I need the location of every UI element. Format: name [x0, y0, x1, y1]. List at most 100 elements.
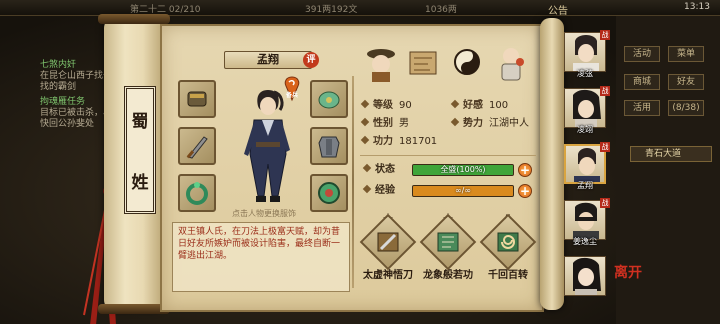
character-name: 孟翔	[224, 51, 312, 69]
stat-favor: 好感 100	[450, 98, 509, 114]
stat-label: 等级	[373, 100, 393, 111]
team-member[interactable]: 战 凌翊	[560, 86, 610, 138]
divider	[360, 155, 536, 156]
team-member[interactable]	[560, 254, 610, 306]
money-readout: 391两192文	[305, 5, 358, 15]
bullet-icon	[362, 184, 372, 194]
skill-icon-frame	[419, 213, 477, 271]
stat-label: 功力	[373, 136, 393, 147]
add-experience-button[interactable]: +	[518, 184, 532, 198]
stat-power: 功力 181701	[360, 134, 438, 150]
member-name: 孟翔	[577, 181, 593, 190]
notice-button[interactable]: 公告	[548, 2, 568, 17]
experience-bar-text: ∞/∞	[454, 186, 472, 195]
surname-char: 蜀	[131, 112, 149, 132]
stat-gender: 性别男	[360, 116, 409, 132]
dragon-scripture-icon	[437, 232, 459, 252]
experience-row: 经验 ∞/∞ +	[362, 183, 536, 199]
taiji-icon	[454, 49, 480, 75]
bullet-icon	[450, 117, 460, 127]
equip-slot-ring[interactable]	[178, 174, 216, 212]
status-bar: 全盛(100%)	[412, 164, 514, 176]
battle-flag: 战	[600, 86, 610, 96]
bullet-icon	[360, 135, 370, 145]
armor-icon	[318, 136, 340, 158]
equip-slot-pendant[interactable]	[310, 80, 348, 118]
portrait-slot[interactable]	[494, 42, 528, 82]
scroll-cap	[98, 14, 170, 24]
portrait-slot[interactable]	[364, 42, 398, 82]
equip-slot-bracer[interactable]	[178, 80, 216, 118]
review-badge[interactable]: 评	[303, 52, 319, 68]
bullet-icon	[362, 163, 372, 173]
jade-pendant-icon	[318, 91, 340, 109]
hat-merchant-icon	[367, 49, 395, 82]
member-name: 凌翊	[577, 125, 593, 134]
blade-icon	[186, 136, 208, 159]
stat-level: 等级 90	[360, 98, 412, 114]
stat-value: 江湖中人	[489, 118, 529, 129]
bullet-icon	[450, 99, 460, 109]
change-outfit-hint: 点击人物更换服饰	[232, 209, 296, 218]
silver-readout: 1036两	[425, 5, 457, 15]
stat-value: 100	[489, 100, 509, 111]
bracer-icon	[187, 91, 207, 107]
stat-value: 181701	[399, 136, 438, 147]
team-member[interactable]: 战 姜逸尘	[560, 198, 610, 250]
restore-status-button[interactable]: +	[518, 163, 532, 177]
bullet-icon	[360, 117, 370, 127]
activity-button[interactable]: 活动	[624, 46, 660, 62]
stat-label: 性别	[373, 118, 393, 129]
stat-value: 男	[399, 118, 409, 129]
saber-manual-icon	[377, 232, 399, 252]
surname-char: 姓	[131, 173, 149, 193]
member-avatar-icon	[573, 257, 601, 295]
location-chip[interactable]: 青石大道	[630, 146, 712, 162]
skill-icon-frame	[359, 213, 417, 271]
section-divider	[352, 76, 354, 288]
stat-value: 90	[399, 100, 412, 111]
status-bar-text: 全盛(100%)	[440, 165, 486, 174]
active-button[interactable]: 活用	[624, 100, 660, 116]
spiral-book-icon	[497, 232, 519, 252]
member-name: 姜逸尘	[573, 237, 597, 246]
leave-button[interactable]: 离开	[614, 262, 642, 290]
member-name: 凌弦	[577, 69, 593, 78]
status-label: 状态	[375, 164, 395, 175]
menu-button[interactable]: 菜单	[668, 46, 704, 62]
battle-flag: 战	[600, 142, 610, 152]
member-portrait	[564, 256, 606, 296]
equip-slot-armor[interactable]	[310, 127, 348, 165]
ring-icon	[186, 182, 208, 205]
equip-slot-accessory[interactable]	[310, 174, 348, 212]
skill-card[interactable]: 八 千回百转	[479, 210, 537, 281]
shop-button[interactable]: 商城	[624, 74, 660, 90]
bullet-icon	[360, 99, 370, 109]
team-member[interactable]: 战 凌弦	[560, 30, 610, 82]
battle-flag: 战	[600, 30, 610, 40]
stat-label: 好感	[463, 100, 483, 111]
martial-master-icon	[501, 48, 524, 81]
stat-label: 势力	[463, 118, 483, 129]
experience-label: 经验	[375, 185, 395, 196]
skill-card[interactable]: 十 龙象般若功	[419, 210, 477, 281]
surname-plaque: 蜀 姓	[124, 86, 156, 214]
experience-bar: ∞/∞	[412, 185, 514, 197]
friends-button[interactable]: 好友	[668, 74, 704, 90]
equip-slot-weapon[interactable]	[178, 127, 216, 165]
status-row: 状态 全盛(100%) +	[362, 162, 536, 178]
battle-flag: 战	[600, 198, 610, 208]
skill-card[interactable]: 十 太虚神悟刀	[359, 210, 417, 281]
slots-readout: (8/38)	[668, 100, 704, 116]
relation-portraits	[364, 42, 534, 86]
team-member-selected[interactable]: 战 孟翔	[560, 142, 610, 194]
jade-ring-icon	[318, 182, 340, 204]
portrait-slot[interactable]	[450, 42, 484, 82]
clock: 13:13	[684, 2, 710, 12]
scroll-map-icon	[409, 51, 437, 75]
character-figure[interactable]	[228, 84, 308, 208]
skill-icon-frame	[479, 213, 537, 271]
stat-faction: 势力 江湖中人	[450, 116, 529, 132]
character-bio: 双王镇人氏，在刀法上极富天赋，却为昔日好友所嫉妒而被设计陷害，最终自断一臂逃出江…	[172, 222, 350, 292]
portrait-slot[interactable]	[406, 42, 440, 82]
